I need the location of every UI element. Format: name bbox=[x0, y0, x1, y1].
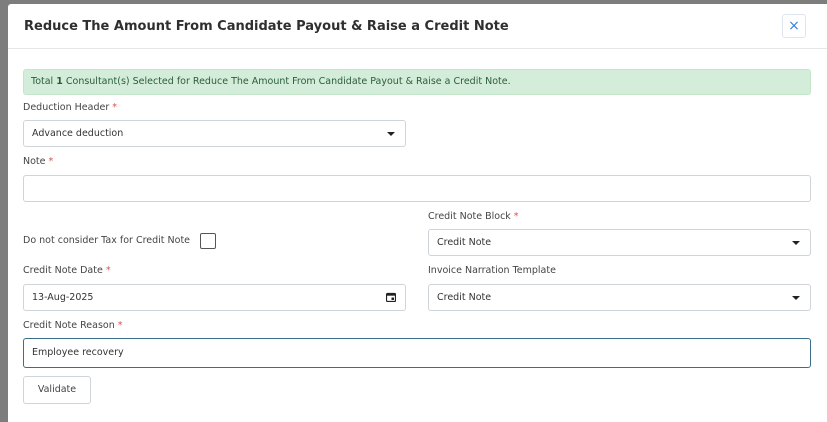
invoice-narration-template-label: Invoice Narration Template bbox=[428, 265, 556, 276]
credit-note-modal: Reduce The Amount From Candidate Payout … bbox=[8, 4, 827, 422]
modal-header: Reduce The Amount From Candidate Payout … bbox=[8, 4, 827, 49]
chevron-down-icon bbox=[792, 241, 800, 245]
credit-note-date-input[interactable]: 13-Aug-2025 bbox=[23, 284, 406, 311]
credit-note-reason-value: Employee recovery bbox=[32, 347, 124, 358]
alert-prefix: Total bbox=[31, 76, 54, 87]
selection-alert: Total 1 Consultant(s) Selected for Reduc… bbox=[23, 69, 811, 95]
deduction-header-value: Advance deduction bbox=[32, 128, 124, 139]
credit-note-date-label: Credit Note Date * bbox=[23, 265, 111, 276]
credit-note-reason-label: Credit Note Reason * bbox=[23, 320, 123, 331]
note-input[interactable] bbox=[23, 175, 811, 202]
credit-note-block-select[interactable]: Credit Note bbox=[428, 229, 811, 256]
calendar-icon[interactable] bbox=[386, 292, 396, 302]
close-button[interactable]: × bbox=[782, 14, 806, 38]
tax-checkbox[interactable] bbox=[200, 233, 216, 249]
modal-title: Reduce The Amount From Candidate Payout … bbox=[24, 19, 509, 34]
credit-note-reason-input[interactable]: Employee recovery bbox=[23, 338, 811, 368]
credit-note-block-label: Credit Note Block * bbox=[428, 211, 519, 222]
note-label: Note * bbox=[23, 156, 54, 167]
invoice-narration-template-value: Credit Note bbox=[437, 292, 492, 303]
chevron-down-icon bbox=[387, 132, 395, 136]
tax-checkbox-label: Do not consider Tax for Credit Note bbox=[23, 235, 191, 246]
credit-note-date-value: 13-Aug-2025 bbox=[32, 292, 94, 303]
deduction-header-label: Deduction Header * bbox=[23, 102, 117, 113]
validate-button[interactable]: Validate bbox=[23, 376, 91, 404]
alert-message: Consultant(s) Selected for Reduce The Am… bbox=[65, 76, 511, 87]
credit-note-block-value: Credit Note bbox=[437, 237, 492, 248]
close-icon: × bbox=[788, 18, 800, 34]
invoice-narration-template-select[interactable]: Credit Note bbox=[428, 284, 811, 311]
deduction-header-select[interactable]: Advance deduction bbox=[23, 120, 406, 147]
chevron-down-icon bbox=[792, 296, 800, 300]
alert-count: 1 bbox=[56, 76, 63, 87]
